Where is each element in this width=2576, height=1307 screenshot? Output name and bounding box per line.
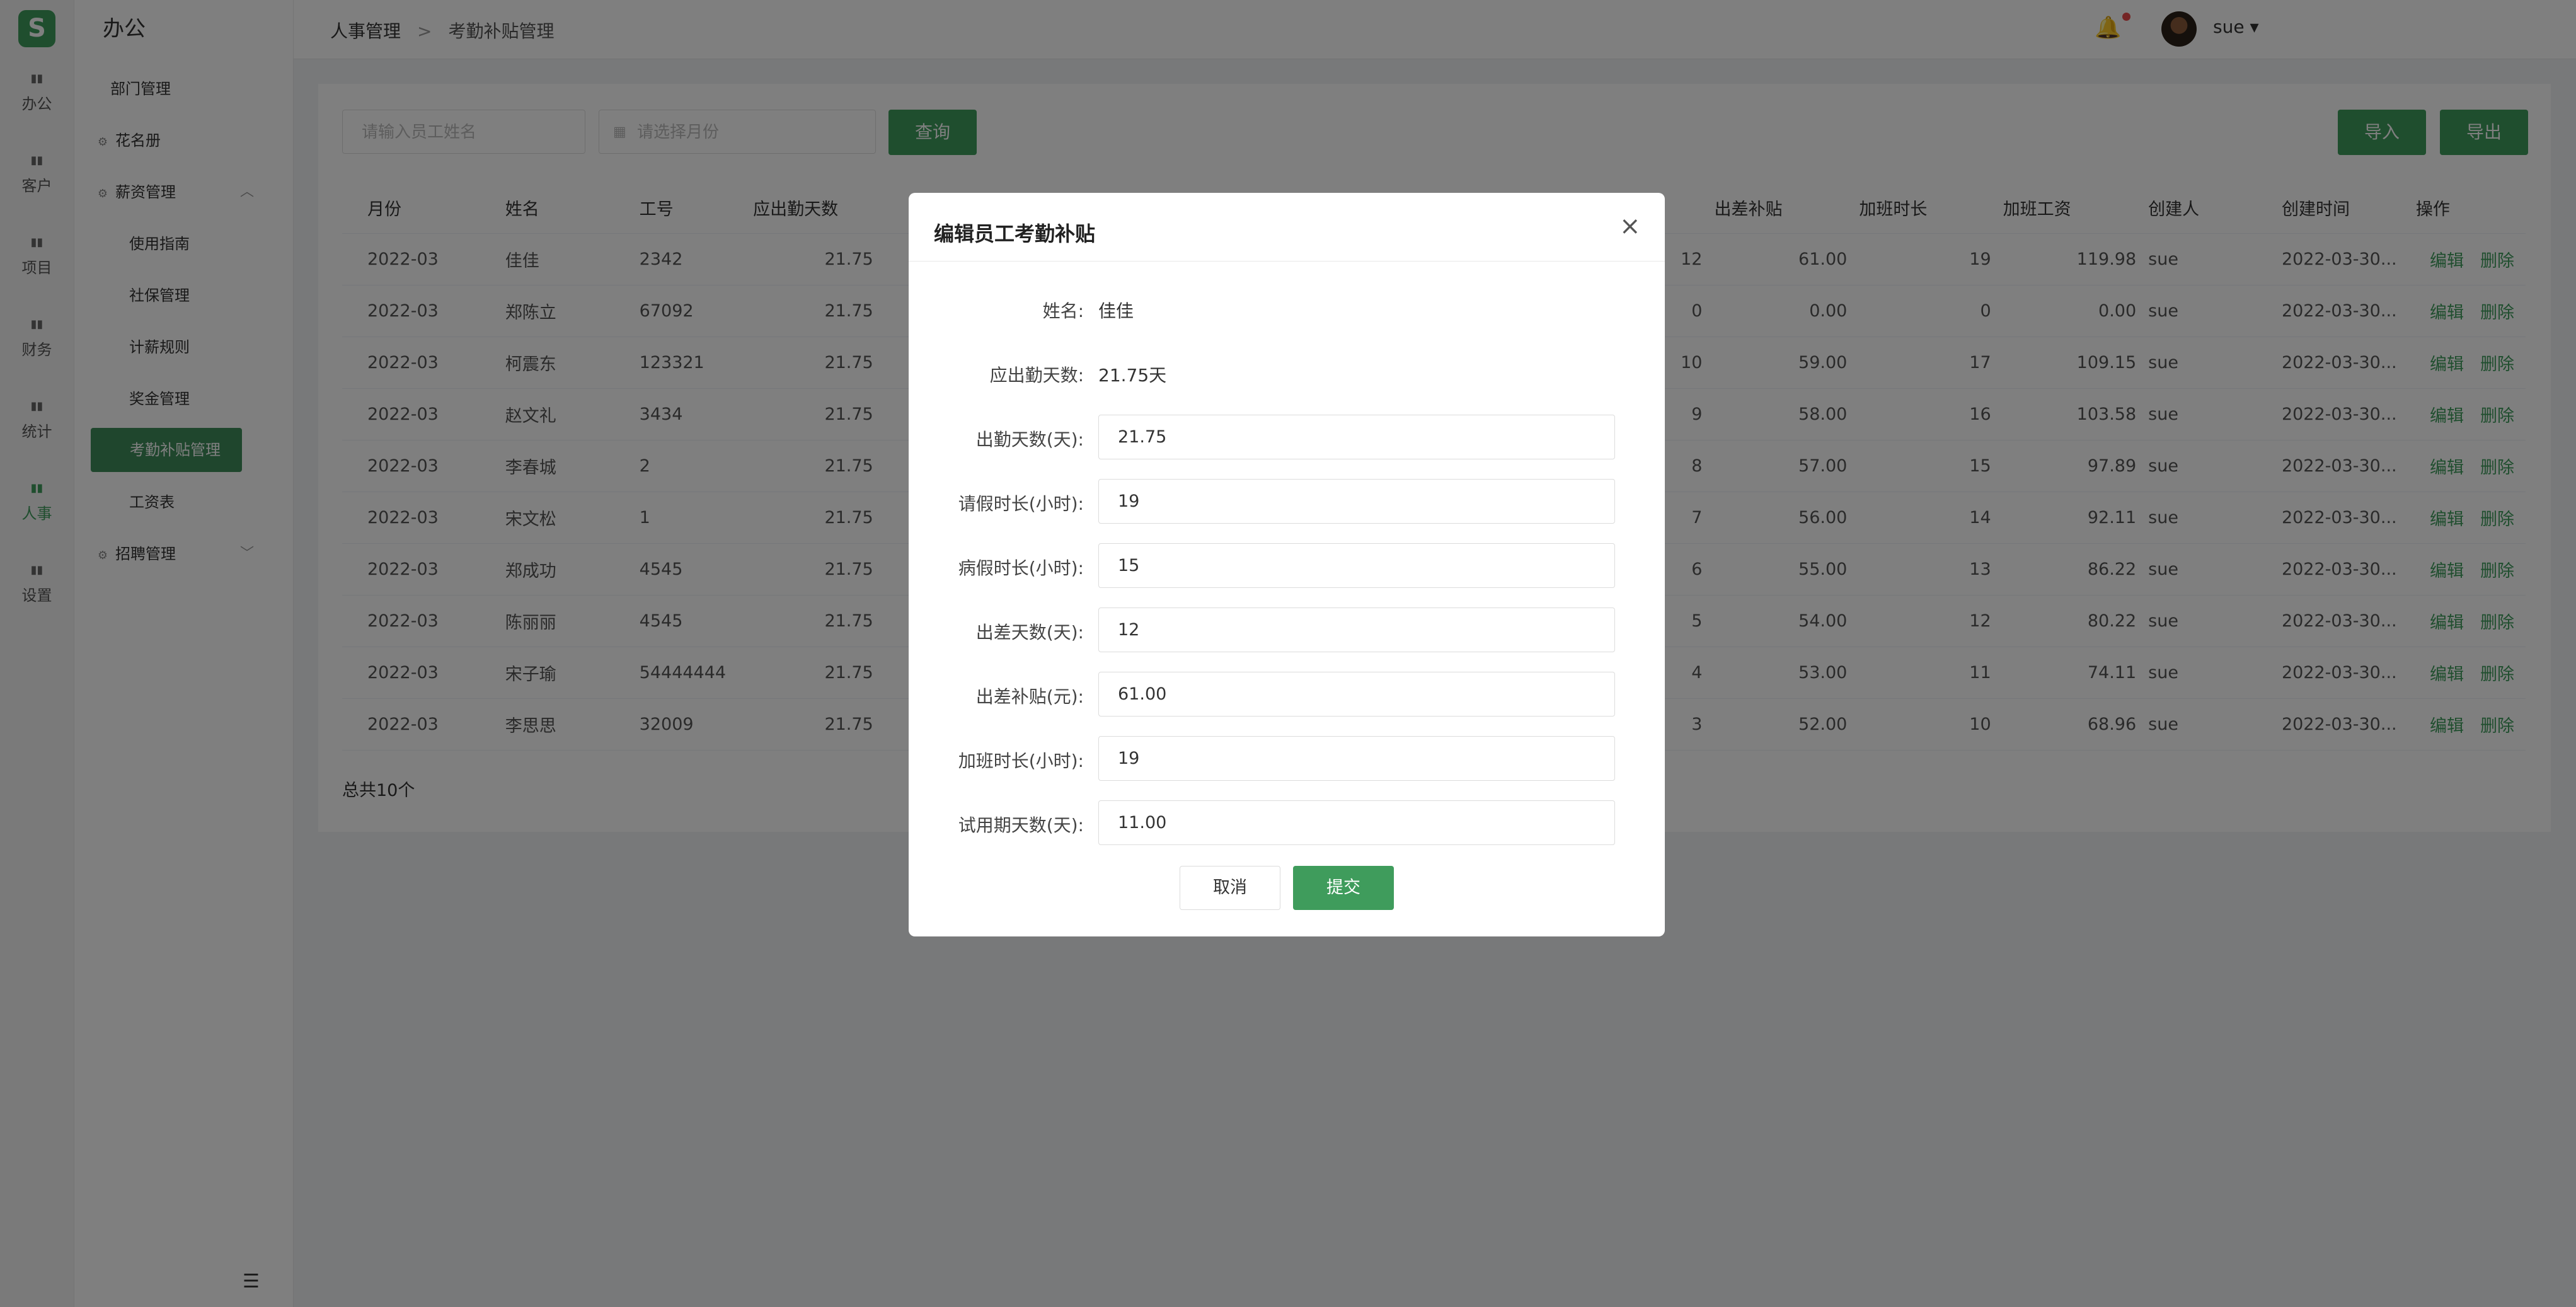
submit-button[interactable]: 提交 bbox=[1293, 866, 1394, 910]
probation-days-field[interactable]: 11.00 bbox=[1098, 800, 1615, 845]
name-label: 姓名: bbox=[1042, 301, 1084, 321]
leave-hours-label: 请假时长(小时): bbox=[958, 493, 1084, 514]
close-icon[interactable]: × bbox=[1619, 212, 1641, 241]
probation-days-label: 试用期天数(天): bbox=[958, 815, 1084, 836]
cancel-button[interactable]: 取消 bbox=[1180, 866, 1280, 910]
trip-days-field[interactable]: 12 bbox=[1098, 607, 1615, 652]
sick-hours-field[interactable]: 15 bbox=[1098, 543, 1615, 588]
trip-days-label: 出差天数(天): bbox=[975, 622, 1084, 643]
edit-modal: 编辑员工考勤补贴 × 姓名: 佳佳 应出勤天数: 21.75天 出勤天数(天):… bbox=[909, 193, 1665, 936]
attendance-days-field[interactable]: 21.75 bbox=[1098, 415, 1615, 459]
sick-hours-label: 病假时长(小时): bbox=[958, 558, 1084, 579]
trip-subsidy-label: 出差补贴(元): bbox=[975, 686, 1084, 707]
leave-hours-field[interactable]: 19 bbox=[1098, 479, 1615, 524]
name-value: 佳佳 bbox=[1098, 301, 1134, 321]
trip-subsidy-field[interactable]: 61.00 bbox=[1098, 672, 1615, 717]
overtime-hours-field[interactable]: 19 bbox=[1098, 736, 1615, 781]
attendance-days-label: 出勤天数(天): bbox=[975, 429, 1084, 450]
overtime-hours-label: 加班时长(小时): bbox=[958, 751, 1084, 771]
modal-divider bbox=[909, 261, 1665, 262]
modal-title: 编辑员工考勤补贴 bbox=[934, 222, 1096, 246]
required-days-value: 21.75天 bbox=[1098, 365, 1167, 386]
required-days-label: 应出勤天数: bbox=[989, 365, 1084, 386]
